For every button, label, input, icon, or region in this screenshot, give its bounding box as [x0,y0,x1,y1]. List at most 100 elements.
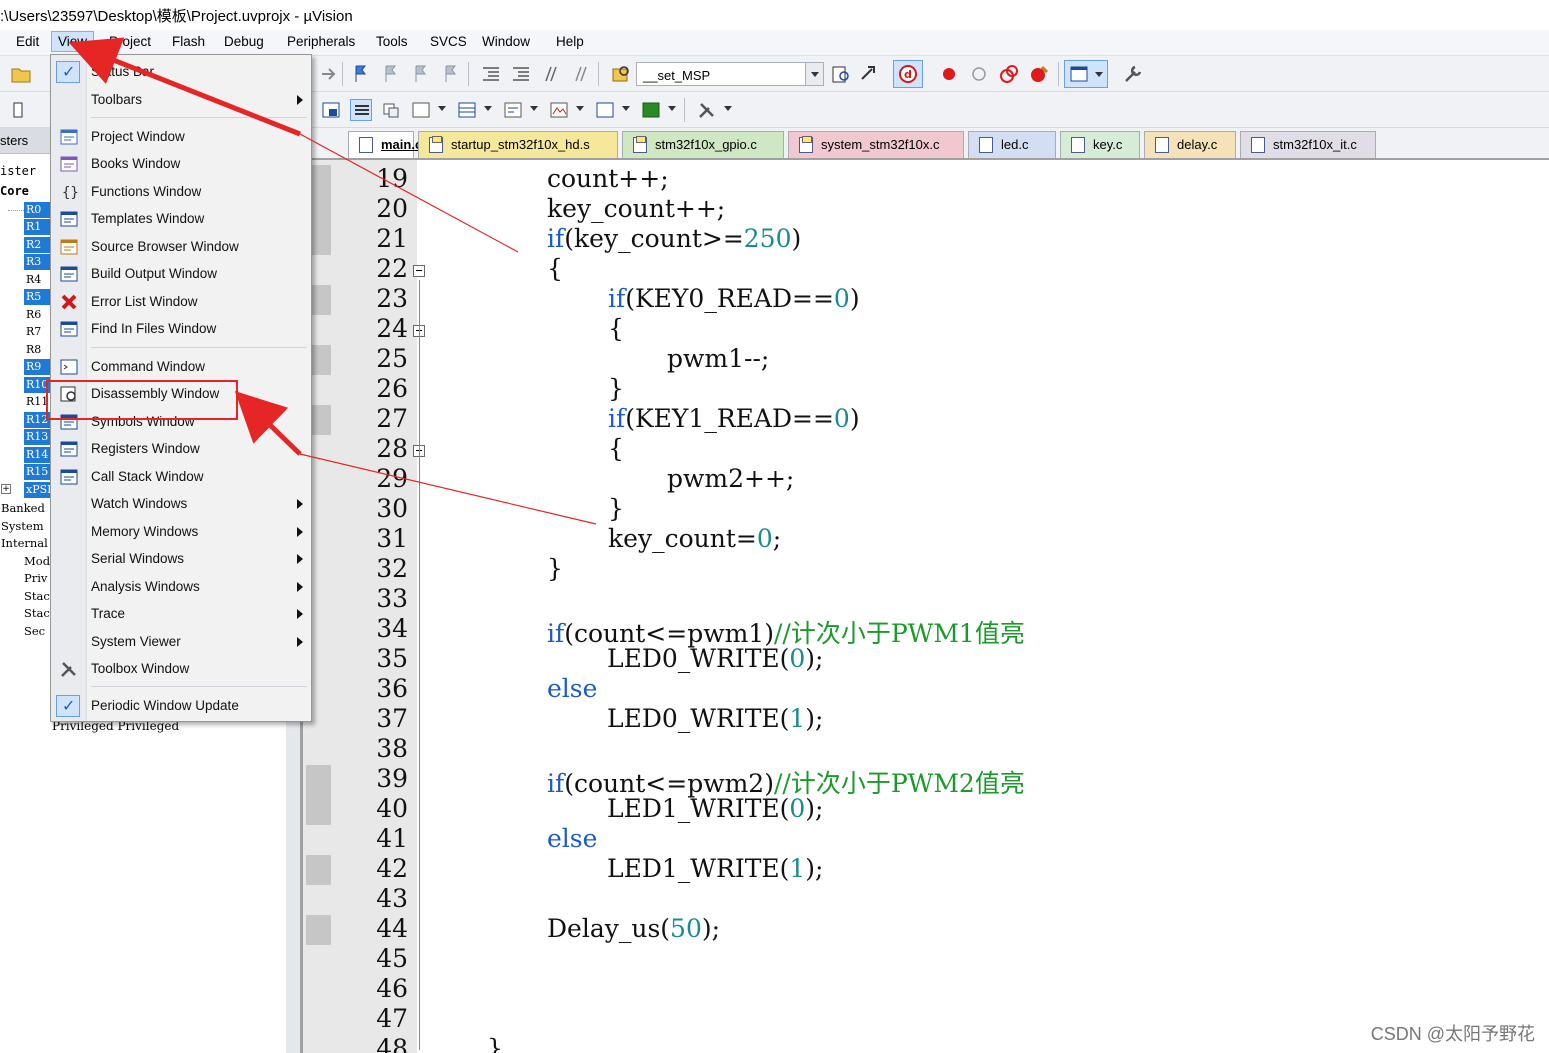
open-folder-icon[interactable] [10,63,32,85]
configure-icon[interactable] [1122,63,1144,85]
menu-window[interactable]: Window [480,34,532,49]
code-line[interactable]: { [608,434,624,463]
menu-item-memory-windows[interactable]: Memory Windows [51,519,311,546]
tab-main-c[interactable]: main.c [348,131,422,158]
register-r8[interactable]: R8 [24,342,50,358]
menu-item-error-list-window[interactable]: Error List Window [51,289,311,316]
registers-icon[interactable] [410,99,432,121]
kill-breakpoints-icon[interactable] [1028,63,1050,85]
register-group-internal[interactable]: Internal [1,535,48,551]
code-line[interactable]: } [547,554,563,583]
menu-item-toolbox-window[interactable]: Toolbox Window [51,656,311,683]
code-line[interactable]: pwm2++; [667,464,794,493]
comment-icon[interactable] [540,63,562,85]
menu-peripherals[interactable]: Peripherals [285,34,357,49]
register-group-banked[interactable]: Banked [1,500,45,516]
bookmark-next-icon[interactable] [410,63,432,85]
memory-icon[interactable] [548,99,570,121]
menu-item-templates-window[interactable]: Templates Window [51,206,311,233]
register-r2[interactable]: R2 [24,237,50,253]
code-line[interactable]: } [608,494,624,523]
serial-icon[interactable] [594,99,616,121]
bookmark-icon[interactable] [350,63,372,85]
tab-led-c[interactable]: led.c [968,131,1056,158]
code-line[interactable]: } [608,374,624,403]
menu-edit[interactable]: Edit [14,34,41,49]
register-r1[interactable]: R1 [24,219,50,235]
code-line[interactable]: { [608,314,624,343]
function-combo[interactable]: __set_MSP [636,62,824,86]
register-r3[interactable]: R3 [24,254,50,270]
menu-help[interactable]: Help [554,34,586,49]
code-line[interactable]: if(key_count>=250) [547,224,801,253]
menu-item-serial-windows[interactable]: Serial Windows [51,546,311,573]
code-line[interactable]: count++; [547,164,669,193]
register-xpsr[interactable]: xPSR [24,482,55,498]
menu-item-books-window[interactable]: Books Window [51,151,311,178]
unindent-icon[interactable] [510,63,532,85]
menu-item-trace[interactable]: Trace [51,601,311,628]
tab-delay-c[interactable]: delay.c [1144,131,1236,158]
find-icon[interactable] [830,63,852,85]
code-line[interactable]: key_count=0; [608,524,781,553]
menu-item-command-window[interactable]: Command Window [51,354,311,381]
menu-item-periodic-window-update[interactable]: Periodic Window Update [51,693,311,720]
register-sec[interactable]: Sec [24,623,45,639]
code-line[interactable]: LED0_WRITE(0); [607,644,823,673]
tab-it-c[interactable]: stm32f10x_it.c [1240,131,1376,158]
menu-svcs[interactable]: SVCS [428,34,469,49]
register-r14[interactable]: R14 [24,447,50,463]
register-r15[interactable]: R15 [24,464,50,480]
menu-item-status-bar[interactable]: Status Bar [51,59,311,86]
menu-tools[interactable]: Tools [374,34,410,49]
insert-breakpoint-icon[interactable] [938,63,960,85]
menu-item-analysis-windows[interactable]: Analysis Windows [51,574,311,601]
find-in-files-icon[interactable] [610,63,632,85]
code-line[interactable]: else [547,674,597,703]
toolbox-icon[interactable] [696,99,718,121]
disable-breakpoints-icon[interactable] [998,63,1020,85]
tab-system-c[interactable]: system_stm32f10x.c [788,131,964,158]
menu-project[interactable]: Project [107,34,153,49]
code-line[interactable]: } [487,1034,503,1053]
incremental-find-icon[interactable] [858,63,880,85]
tab-startup-s[interactable]: startup_stm32f10x_hd.s [418,131,618,158]
code-line[interactable]: else [547,824,597,853]
menu-item-build-output-window[interactable]: Build Output Window [51,261,311,288]
expand-xpsr-icon[interactable]: + [1,484,11,494]
register-r13[interactable]: R13 [24,429,50,445]
register-group-system[interactable]: System [1,518,44,534]
analysis-icon[interactable] [640,99,662,121]
watch-icon[interactable] [502,99,524,121]
register-r7[interactable]: R7 [24,324,50,340]
bookmark-clear-icon[interactable] [440,63,462,85]
menu-item-project-window[interactable]: Project Window [51,124,311,151]
code-line[interactable]: if(KEY0_READ==0) [608,284,860,313]
enable-breakpoint-icon[interactable] [968,63,990,85]
rebuild-icon[interactable] [10,99,32,121]
register-r6[interactable]: R6 [24,307,50,323]
code-line[interactable]: LED1_WRITE(1); [607,854,823,883]
menu-view[interactable]: View [51,31,95,52]
register-r5[interactable]: R5 [24,289,50,305]
disassembly-toggle-icon[interactable] [350,99,372,121]
menu-item-system-viewer[interactable]: System Viewer [51,629,311,656]
chevron-down-icon[interactable] [805,63,823,85]
menu-debug[interactable]: Debug [222,34,266,49]
menu-item-watch-windows[interactable]: Watch Windows [51,491,311,518]
register-group-core[interactable]: Core [0,184,29,198]
fold-toggle-icon[interactable] [413,265,425,277]
menu-item-find-in-files-window[interactable]: Find In Files Window [51,316,311,343]
code-line[interactable]: pwm1--; [667,344,769,373]
menu-item-registers-window[interactable]: Registers Window [51,436,311,463]
window-layout-button[interactable] [1064,60,1108,88]
register-r4[interactable]: R4 [24,272,50,288]
register-r0[interactable]: R0 [24,202,50,218]
symbols-icon[interactable] [380,99,402,121]
code-editor[interactable]: 19 20 21 22 23 24 25 26 27 28 29 30 31 32 33 34 35 36 37 38… [300,160,1549,1053]
menu-item-call-stack-window[interactable]: Call Stack Window [51,464,311,491]
tab-key-c[interactable]: key.c [1060,131,1140,158]
code-line[interactable]: { [547,254,563,283]
command-window-icon[interactable] [320,99,342,121]
menu-item-functions-window[interactable]: {} Functions Window [51,179,311,206]
